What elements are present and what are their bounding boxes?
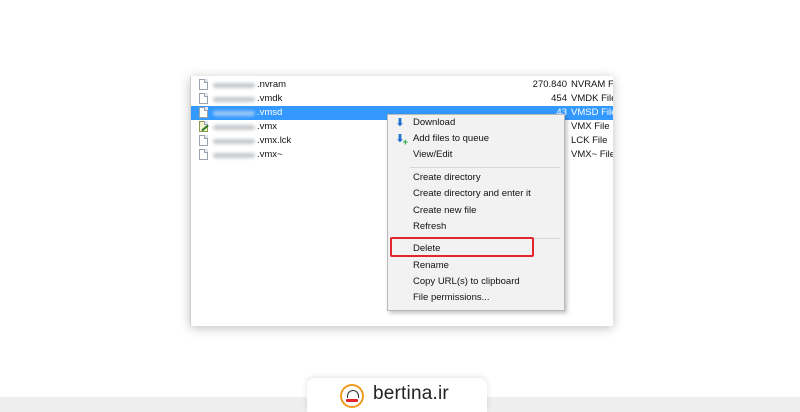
file-row-nvram[interactable]: .nvram 270.840 NVRAM F <box>191 78 613 92</box>
file-size: 454 <box>551 93 567 104</box>
context-menu: ⬇ Download ⬇ + Add files to queue View/Ed… <box>387 114 565 311</box>
menu-item-label: Create directory and enter it <box>413 188 531 199</box>
file-type: LCK File <box>571 135 608 146</box>
menu-item-label: Add files to queue <box>413 133 490 144</box>
file-name: .nvram <box>257 79 287 90</box>
menu-item-add-to-queue[interactable]: ⬇ + Add files to queue <box>388 131 564 147</box>
menu-item-create-directory-enter[interactable]: Create directory and enter it <box>388 186 564 202</box>
file-type: NVRAM F <box>571 79 613 90</box>
download-arrow-icon: ⬇ <box>395 117 405 129</box>
file-icon <box>199 93 208 104</box>
menu-item-label: File permissions... <box>413 292 490 303</box>
menu-item-create-directory[interactable]: Create directory <box>388 170 564 186</box>
file-icon <box>199 149 208 160</box>
menu-item-copy-url[interactable]: Copy URL(s) to clipboard <box>388 274 564 290</box>
edit-file-icon <box>199 121 208 132</box>
menu-item-label: Create directory <box>413 172 481 183</box>
menu-item-refresh[interactable]: Refresh <box>388 219 564 235</box>
menu-item-view-edit[interactable]: View/Edit <box>388 147 564 163</box>
file-size: 270.840 <box>532 79 567 90</box>
menu-item-rename[interactable]: Rename <box>388 258 564 274</box>
menu-item-download[interactable]: ⬇ Download <box>388 115 564 131</box>
blurred-filename <box>213 83 255 88</box>
delete-highlight-box <box>390 237 534 257</box>
file-type: VMX~ File <box>571 149 613 160</box>
menu-item-file-permissions[interactable]: File permissions... <box>388 290 564 306</box>
file-name: .vmx.lck <box>257 135 292 146</box>
file-icon <box>199 135 208 146</box>
menu-item-label: Rename <box>413 260 449 271</box>
file-icon <box>199 79 208 90</box>
file-type: VMSD File <box>571 107 613 118</box>
file-type: VMDK File <box>571 93 613 104</box>
add-to-queue-icon: ⬇ + <box>395 133 408 147</box>
brand-text: bertina.ir <box>373 383 449 404</box>
file-icon <box>199 107 208 118</box>
blurred-filename <box>213 139 255 144</box>
blurred-filename <box>213 125 255 130</box>
menu-item-label: Refresh <box>413 221 447 232</box>
file-name: .vmsd <box>257 107 283 118</box>
brand-card: bertina.ir <box>307 378 487 412</box>
menu-separator <box>410 167 560 168</box>
blurred-filename <box>213 153 255 158</box>
file-name: .vmx~ <box>257 149 283 160</box>
menu-item-label: Create new file <box>413 205 477 216</box>
menu-item-create-new-file[interactable]: Create new file <box>388 203 564 219</box>
bertina-logo-icon <box>340 384 364 408</box>
file-name: .vmx <box>257 121 278 132</box>
menu-item-label: Copy URL(s) to clipboard <box>413 276 520 287</box>
file-row-vmdk[interactable]: .vmdk 454 VMDK File <box>191 92 613 106</box>
blurred-filename <box>213 97 255 102</box>
file-name: .vmdk <box>257 93 283 104</box>
menu-item-label: Download <box>413 117 456 128</box>
file-type: VMX File <box>571 121 610 132</box>
menu-item-label: View/Edit <box>413 149 453 160</box>
blurred-filename <box>213 111 255 116</box>
